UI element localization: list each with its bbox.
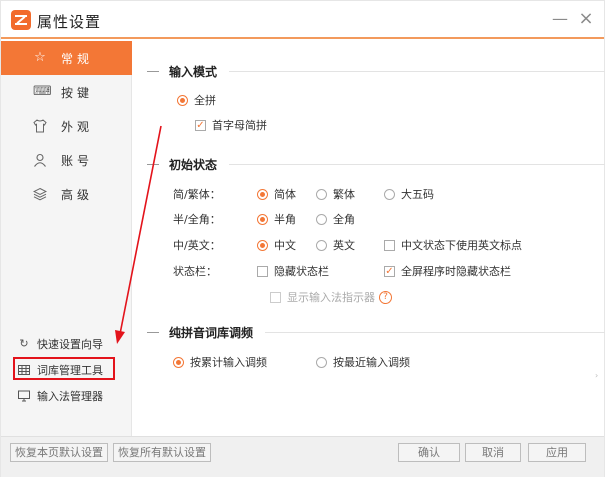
lang-row-label: 中/英文： <box>173 239 221 252</box>
checkbox-icon <box>270 291 281 303</box>
option-label: 半角 <box>274 213 296 226</box>
radio-selected-icon <box>173 356 184 368</box>
refresh-icon: ↻ <box>19 337 29 350</box>
chinese-radio[interactable]: 中文 <box>257 237 296 253</box>
sidebar-item-label: 常规 <box>61 51 94 66</box>
general-settings-panel: 输入模式 全拼 ✓ 首字母简拼 初始状态 简/繁体： 简体 繁体 大五码 半/全… <box>133 41 605 436</box>
shirt-icon <box>33 119 47 133</box>
apply-button[interactable]: 应用 <box>528 443 586 462</box>
option-label: 首字母简拼 <box>212 119 267 132</box>
half-width-radio[interactable]: 半角 <box>257 211 296 227</box>
full-width-radio[interactable]: 全角 <box>316 211 355 227</box>
radio-icon <box>316 188 327 200</box>
big5-radio[interactable]: 大五码 <box>384 186 434 202</box>
option-label: 中文 <box>274 239 296 252</box>
full-pinyin-radio[interactable]: 全拼 <box>177 92 216 108</box>
window-title: 属性设置 <box>37 13 102 31</box>
fullscreen-hide-statusbar-checkbox[interactable]: ✓ 全屏程序时隐藏状态栏 <box>384 263 511 279</box>
title-bar: 属性设置 — × <box>1 1 604 39</box>
scroll-arrow-icon[interactable]: › <box>595 371 603 383</box>
annotation-highlight-box <box>13 357 115 380</box>
tool-label: 快速设置向导 <box>37 338 103 351</box>
radio-icon <box>316 239 327 251</box>
checkmark-icon: ✓ <box>195 119 206 131</box>
keyboard-icon: ⌨ <box>33 84 52 99</box>
option-label: 全拼 <box>194 94 216 107</box>
radio-icon <box>384 188 395 200</box>
option-label: 中文状态下使用英文标点 <box>401 239 522 252</box>
option-label: 全屏程序时隐藏状态栏 <box>401 265 511 278</box>
minimize-button[interactable]: — <box>549 8 571 30</box>
sidebar-item-label: 账号 <box>61 153 94 168</box>
sidebar-item-advanced[interactable]: 高级 <box>1 177 132 211</box>
checkmark-icon: ✓ <box>384 265 395 277</box>
sidebar-item-appearance[interactable]: 外观 <box>1 109 132 143</box>
radio-selected-icon <box>257 239 268 251</box>
ok-button[interactable]: 确认 <box>398 443 460 462</box>
section-input-mode: 输入模式 <box>147 63 605 80</box>
sidebar-item-account[interactable]: 账号 <box>1 143 132 177</box>
restore-page-defaults-button[interactable]: 恢复本页默认设置 <box>10 443 108 462</box>
restore-all-defaults-button[interactable]: 恢复所有默认设置 <box>113 443 211 462</box>
script-row-label: 简/繁体： <box>173 188 221 201</box>
option-label: 显示输入法指示器 <box>287 291 375 304</box>
statusbar-row-label: 状态栏： <box>173 265 217 278</box>
star-icon: ☆ <box>34 50 46 65</box>
section-pinyin-tuning: 纯拼音词库调频 <box>147 324 605 341</box>
app-logo-icon <box>11 10 31 30</box>
option-label: 繁体 <box>333 188 355 201</box>
checkbox-icon <box>384 239 395 251</box>
option-label: 简体 <box>274 188 296 201</box>
radio-icon <box>316 356 327 368</box>
english-punct-checkbox[interactable]: 中文状态下使用英文标点 <box>384 237 522 253</box>
radio-icon <box>316 213 327 225</box>
initial-abbrev-checkbox[interactable]: ✓ 首字母简拼 <box>195 117 267 133</box>
ime-manager-link[interactable]: 输入法管理器 <box>1 385 132 407</box>
sidebar-item-keys[interactable]: ⌨ 按键 <box>1 75 132 109</box>
user-icon <box>33 153 47 167</box>
option-label: 按最近输入调频 <box>333 356 410 369</box>
monitor-icon <box>18 390 30 402</box>
option-label: 按累计输入调频 <box>190 356 267 369</box>
layers-icon <box>32 187 48 201</box>
settings-window: 属性设置 — × ☆ 常规 ⌨ 按键 外观 账号 高级 ↻ 快速设置向导 词库管… <box>0 0 605 477</box>
cumulative-tuning-radio[interactable]: 按累计输入调频 <box>173 354 267 370</box>
show-indicator-checkbox[interactable]: 显示输入法指示器 ? <box>270 289 392 305</box>
radio-selected-icon <box>257 213 268 225</box>
sidebar-item-label: 按键 <box>61 85 94 100</box>
simplified-radio[interactable]: 简体 <box>257 186 296 202</box>
checkbox-icon <box>257 265 268 277</box>
option-label: 大五码 <box>401 188 434 201</box>
quick-setup-wizard-link[interactable]: ↻ 快速设置向导 <box>1 333 132 355</box>
section-title: 输入模式 <box>169 65 218 79</box>
tool-label: 输入法管理器 <box>37 390 103 403</box>
section-initial-state: 初始状态 <box>147 156 605 173</box>
option-label: 全角 <box>333 213 355 226</box>
radio-selected-icon <box>257 188 268 200</box>
cancel-button[interactable]: 取消 <box>465 443 521 462</box>
section-title: 纯拼音词库调频 <box>169 326 254 340</box>
sidebar-item-label: 高级 <box>61 187 94 202</box>
dialog-footer: 恢复本页默认设置 恢复所有默认设置 确认 取消 应用 <box>1 436 604 477</box>
sidebar-item-general[interactable]: ☆ 常规 <box>1 41 132 75</box>
traditional-radio[interactable]: 繁体 <box>316 186 355 202</box>
sidebar-item-label: 外观 <box>61 119 94 134</box>
section-title: 初始状态 <box>169 158 218 172</box>
option-label: 英文 <box>333 239 355 252</box>
close-button[interactable]: × <box>575 8 597 30</box>
hide-statusbar-checkbox[interactable]: 隐藏状态栏 <box>257 263 329 279</box>
recent-tuning-radio[interactable]: 按最近输入调频 <box>316 354 410 370</box>
radio-selected-icon <box>177 94 188 106</box>
english-radio[interactable]: 英文 <box>316 237 355 253</box>
option-label: 隐藏状态栏 <box>274 265 329 278</box>
width-row-label: 半/全角： <box>173 213 221 226</box>
help-icon[interactable]: ? <box>379 290 392 304</box>
